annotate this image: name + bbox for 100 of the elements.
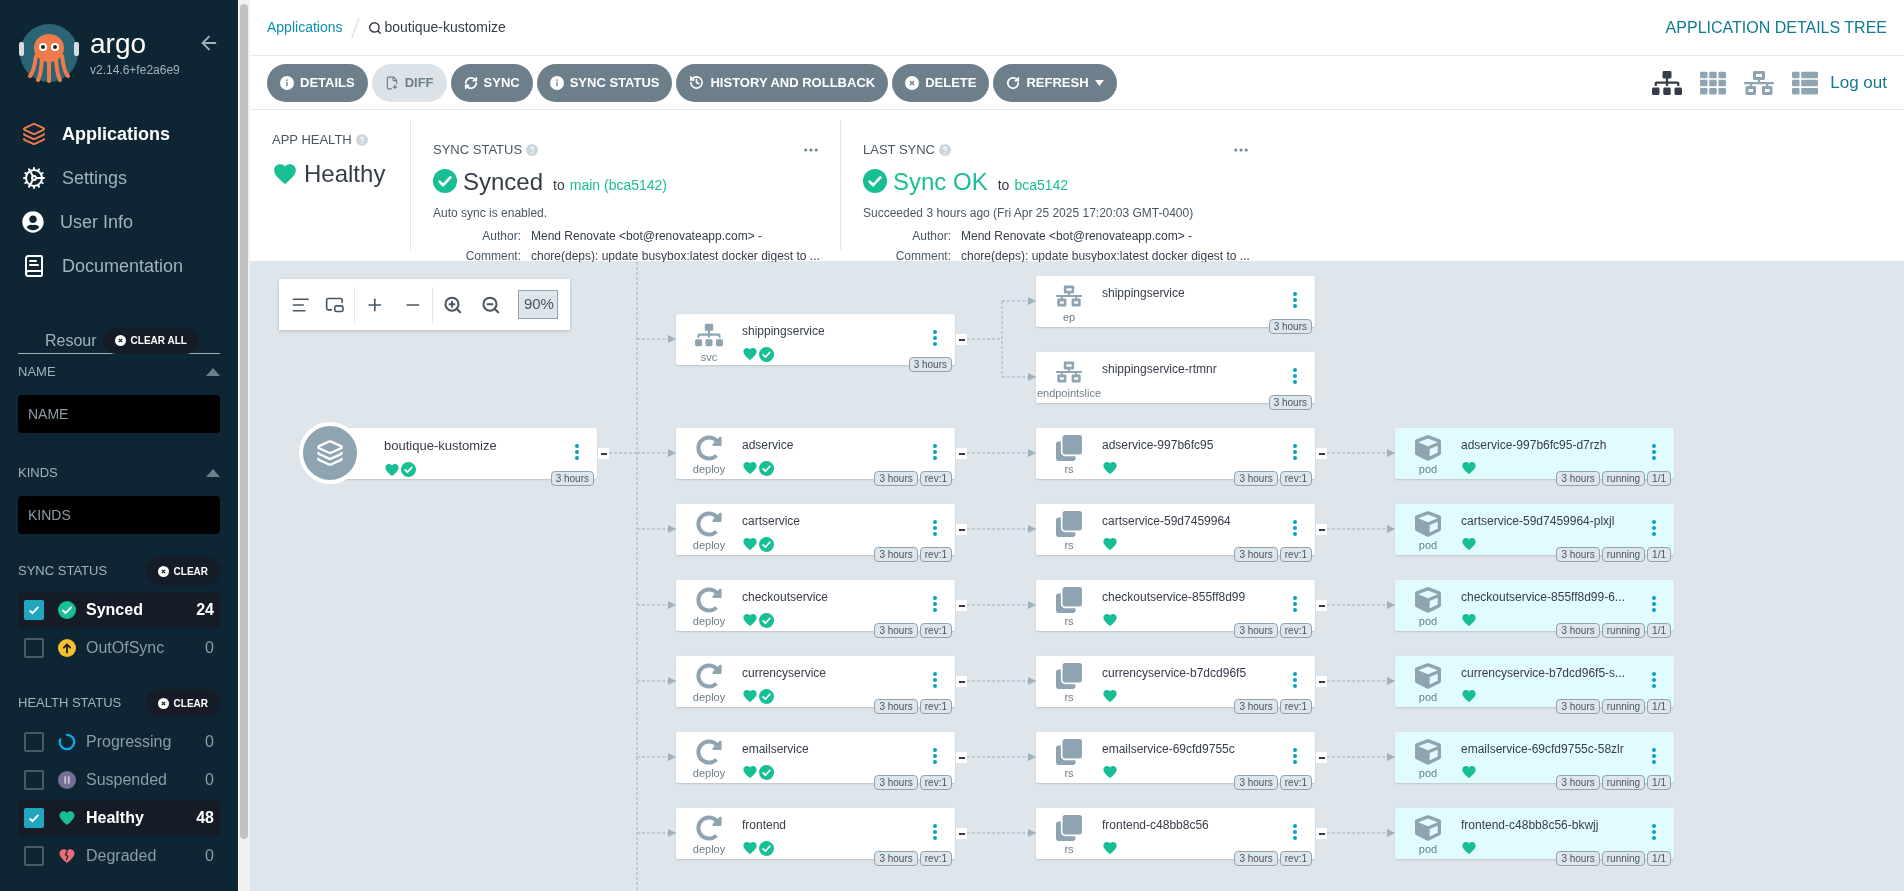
- filter-option[interactable]: OutOfSync 0: [18, 630, 220, 666]
- heart-icon: [1102, 460, 1118, 476]
- nav-item[interactable]: Documentation: [18, 244, 220, 288]
- info-tag: 3 hours: [1234, 699, 1278, 714]
- heart-icon: [742, 840, 758, 856]
- logout-link[interactable]: Log out: [1830, 69, 1887, 96]
- close-circle-icon: [114, 335, 126, 346]
- toolbar-button[interactable]: HISTORY AND ROLLBACK: [676, 63, 889, 102]
- stacked-boxes-icon: [1056, 815, 1082, 841]
- filter-input[interactable]: NAME: [18, 395, 220, 433]
- connector-arrow: [636, 449, 676, 457]
- kebab-menu-icon[interactable]: [1293, 748, 1297, 764]
- kebab-menu-icon[interactable]: [1293, 672, 1297, 688]
- kebab-menu-icon[interactable]: [1293, 444, 1297, 460]
- checkbox[interactable]: [24, 808, 44, 828]
- collapse-triangle-icon[interactable]: [206, 368, 220, 376]
- kind-label: deploy: [692, 691, 726, 703]
- toolbar-button[interactable]: SYNC STATUS: [536, 63, 673, 102]
- cube-icon: [1415, 739, 1441, 765]
- collapse-button[interactable]: [1316, 828, 1327, 839]
- zoom-level-field[interactable]: 90%: [518, 290, 558, 319]
- kebab-menu-icon[interactable]: [933, 596, 937, 612]
- kebab-menu-icon[interactable]: [575, 444, 579, 460]
- collapse-button[interactable]: [956, 676, 967, 687]
- filter-option[interactable]: Progressing 0: [18, 724, 220, 760]
- cube-icon: [1415, 663, 1441, 689]
- view-toggle[interactable]: [1792, 69, 1819, 96]
- resource-name: shippingservice: [1102, 285, 1185, 302]
- checkbox[interactable]: [24, 770, 44, 790]
- kebab-menu-icon[interactable]: [1293, 596, 1297, 612]
- collapse-button[interactable]: [956, 828, 967, 839]
- kebab-menu-icon[interactable]: [1652, 520, 1656, 536]
- nav-item[interactable]: Settings: [18, 156, 220, 200]
- checkbox[interactable]: [24, 638, 44, 658]
- collapse-triangle-icon[interactable]: [206, 469, 220, 477]
- collapse-button[interactable]: [956, 752, 967, 763]
- filter-title: KINDS: [18, 464, 58, 483]
- collapse-button[interactable]: [1316, 524, 1327, 535]
- info-tag: rev:1: [1279, 775, 1312, 790]
- kebab-menu-icon[interactable]: [1293, 368, 1297, 384]
- filter-label: Suspended: [86, 770, 168, 790]
- info-tag: 1/1: [1647, 851, 1671, 866]
- kebab-menu-icon[interactable]: [933, 444, 937, 460]
- nav-item[interactable]: User Info: [18, 200, 220, 244]
- resources-tab[interactable]: Resour: [45, 328, 97, 353]
- filter-title: HEALTH STATUS: [18, 694, 122, 713]
- kebab-menu-icon[interactable]: [1652, 672, 1656, 688]
- kebab-menu-icon[interactable]: [933, 672, 937, 688]
- kebab-menu-icon[interactable]: [1652, 824, 1656, 840]
- toolbar-button[interactable]: REFRESH: [993, 63, 1117, 102]
- kebab-menu-icon[interactable]: [933, 520, 937, 536]
- scrollbar-thumb[interactable]: [240, 4, 248, 839]
- status-text: Sync OK: [893, 166, 988, 197]
- breadcrumb-current: boutique-kustomize: [384, 18, 506, 37]
- search-icon: [367, 20, 382, 35]
- toolbar-button[interactable]: DETAILS: [267, 63, 368, 102]
- filter-option[interactable]: Healthy 48: [18, 800, 220, 836]
- collapse-button[interactable]: [598, 448, 609, 459]
- sync-icon: [463, 75, 478, 90]
- info-tag: 1/1: [1647, 775, 1671, 790]
- breadcrumb-link[interactable]: Applications: [267, 17, 343, 38]
- kebab-menu-icon[interactable]: [1652, 748, 1656, 764]
- check-circle-icon: [759, 688, 774, 704]
- checkbox[interactable]: [24, 732, 44, 752]
- collapse-button[interactable]: [1316, 600, 1327, 611]
- kebab-menu-icon[interactable]: [1652, 444, 1656, 460]
- kind-label: endpointslice: [1036, 387, 1102, 399]
- kebab-menu-icon[interactable]: [933, 330, 937, 346]
- clear-button[interactable]: CLEAR: [145, 557, 220, 585]
- clear-button[interactable]: CLEAR: [145, 689, 220, 717]
- filter-option[interactable]: Synced 24: [18, 592, 220, 628]
- collapse-button[interactable]: [956, 334, 967, 345]
- collapse-button[interactable]: [956, 448, 967, 459]
- kebab-menu-icon[interactable]: [1293, 520, 1297, 536]
- info-tag: rev:1: [919, 471, 952, 486]
- clear-all-button[interactable]: CLEAR ALL: [102, 327, 199, 354]
- checkbox[interactable]: [24, 846, 44, 866]
- collapse-button[interactable]: [956, 524, 967, 535]
- connector-arrow: [636, 525, 676, 533]
- nav-item[interactable]: Applications: [18, 112, 220, 156]
- kebab-menu-icon[interactable]: [933, 824, 937, 840]
- view-toggle[interactable]: [1700, 69, 1727, 96]
- toolbar-button[interactable]: SYNC: [450, 63, 533, 102]
- kebab-menu-icon[interactable]: [1293, 292, 1297, 308]
- checkbox[interactable]: [24, 600, 44, 620]
- rotate-arrow-icon: [696, 435, 722, 461]
- kebab-menu-icon[interactable]: [1293, 824, 1297, 840]
- collapse-button[interactable]: [1316, 448, 1327, 459]
- info-tag: 3 hours: [1556, 623, 1600, 638]
- connector-arrow: [1001, 297, 1036, 305]
- collapse-button[interactable]: [1316, 676, 1327, 687]
- kebab-menu-icon[interactable]: [933, 748, 937, 764]
- filter-option[interactable]: Suspended 0: [18, 762, 220, 798]
- collapse-button[interactable]: [956, 600, 967, 611]
- kind-label: rs: [1064, 539, 1074, 551]
- filter-option[interactable]: Degraded 0: [18, 838, 220, 874]
- filter-input[interactable]: KINDS: [18, 496, 220, 534]
- toolbar-button[interactable]: DELETE: [892, 63, 990, 102]
- collapse-button[interactable]: [1316, 752, 1327, 763]
- kebab-menu-icon[interactable]: [1652, 596, 1656, 612]
